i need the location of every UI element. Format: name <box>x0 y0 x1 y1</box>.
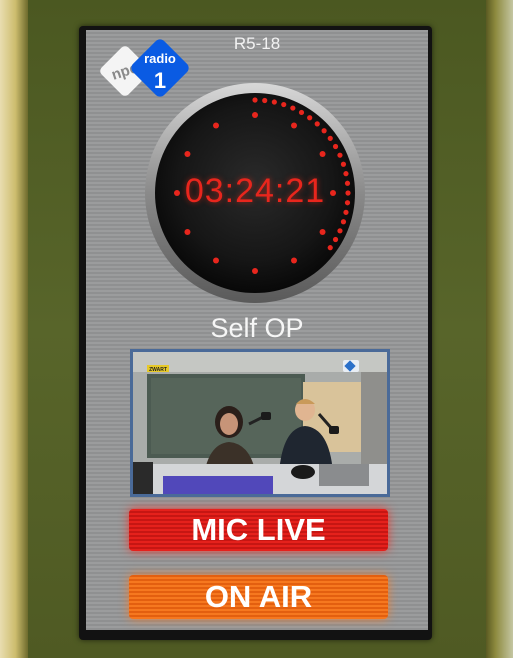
clock-second-dot <box>327 245 333 251</box>
on-air-indicator: ON AIR <box>129 575 388 619</box>
clock-second-dot <box>332 143 339 150</box>
clock-hour-marker <box>184 229 191 235</box>
mic-live-indicator: MIC LIVE <box>129 509 388 551</box>
clock-second-dot <box>307 115 313 121</box>
clock-hour-marker <box>319 151 326 157</box>
clock-second-dot <box>332 236 339 243</box>
clock-second-dot <box>340 161 347 167</box>
clock-second-dot <box>327 135 333 141</box>
clock-hour-marker <box>252 268 258 274</box>
clock-second-dot <box>271 99 277 105</box>
clock-second-dot <box>321 128 327 134</box>
headphones <box>291 465 315 479</box>
clock-second-dot <box>337 228 343 234</box>
clock-hour-marker <box>291 122 297 129</box>
microphone-left <box>261 412 271 420</box>
clock-time: 03:24:21 <box>184 172 326 210</box>
wall-left-edge <box>0 0 28 658</box>
mixing-desk <box>319 464 369 486</box>
clock-hour-marker <box>213 257 219 264</box>
clock-second-dot <box>252 97 258 103</box>
clock-hour-marker <box>291 257 297 264</box>
clock-second-dot <box>340 219 347 225</box>
clock-second-dot <box>281 101 287 108</box>
studio-camera-image: ZWART <box>133 352 387 494</box>
microphone-right <box>329 426 339 434</box>
clock-second-dot <box>337 152 343 158</box>
clock-hour-marker <box>184 151 191 157</box>
desk-light <box>163 476 273 494</box>
clock-second-dot <box>290 105 296 111</box>
radio-logo-text: radio <box>144 51 176 66</box>
clock-second-dot <box>298 109 305 116</box>
studio-camera-feed: ZWART <box>130 349 390 497</box>
clock-second-dot <box>262 97 268 104</box>
brand-sign-text: ZWART <box>149 367 167 373</box>
clock-second-dot <box>314 121 320 127</box>
wall-right-edge <box>486 0 513 658</box>
operator-mode-label: Self OP <box>210 313 304 343</box>
clock-hour-marker <box>252 112 258 118</box>
clock-hour-marker <box>319 229 326 235</box>
clock-hour-marker <box>213 122 219 129</box>
studio-status-screen: R5-18 npo radio 1 03:24:21 Self OP ZWART… <box>86 30 428 630</box>
